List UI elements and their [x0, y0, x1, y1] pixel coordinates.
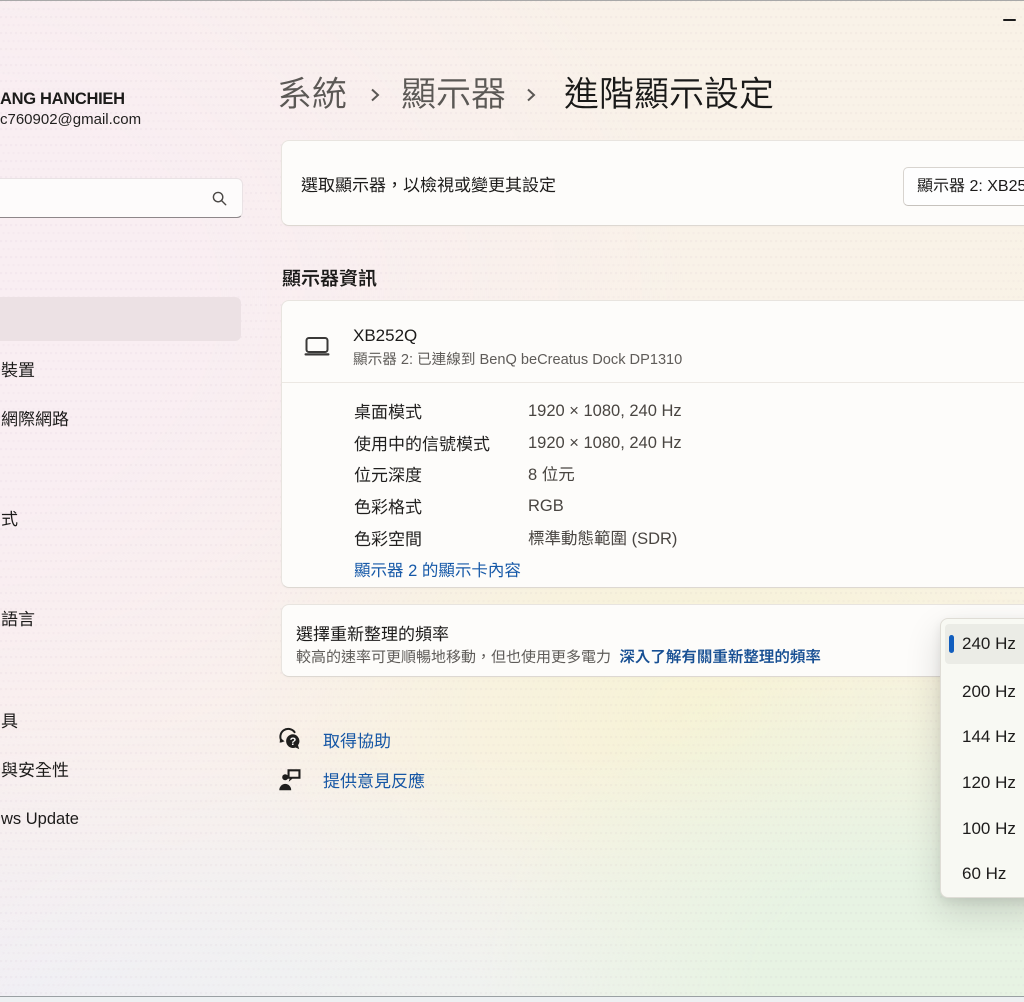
svg-text:?: ? [290, 736, 297, 748]
